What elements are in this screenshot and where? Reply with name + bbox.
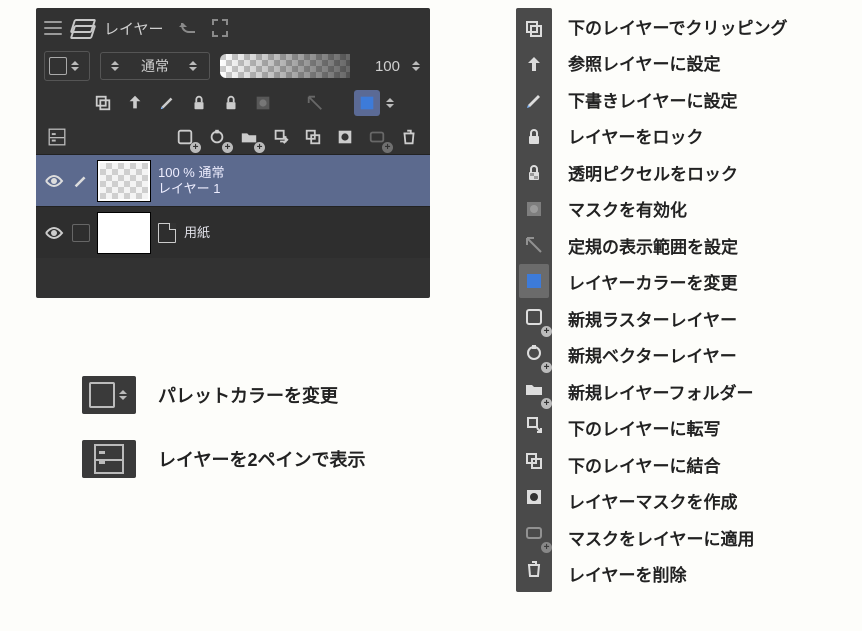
new-vector-icon[interactable] bbox=[519, 336, 549, 370]
layer-row[interactable]: 用紙 bbox=[36, 206, 430, 258]
layer-text: 用紙 bbox=[184, 225, 210, 241]
two-pane-icon bbox=[82, 440, 136, 478]
strip-label: 下書きレイヤーに設定 bbox=[568, 81, 787, 118]
draft-icon[interactable] bbox=[519, 84, 549, 118]
merge-down-icon[interactable] bbox=[519, 444, 549, 478]
create-mask-icon[interactable] bbox=[519, 480, 549, 514]
edit-icon[interactable] bbox=[72, 172, 90, 190]
layers-icon bbox=[70, 17, 92, 39]
reference-icon[interactable] bbox=[122, 90, 148, 116]
spin-icon[interactable] bbox=[412, 57, 422, 75]
document-icon[interactable] bbox=[208, 16, 232, 40]
strip-label: 参照レイヤーに設定 bbox=[568, 45, 787, 82]
palette-tab[interactable]: レイヤー bbox=[100, 16, 168, 41]
legend-label: レイヤーを2ペインで表示 bbox=[158, 446, 365, 472]
ruler-range-icon[interactable] bbox=[519, 228, 549, 262]
strip-label: 新規ラスターレイヤー bbox=[568, 300, 787, 337]
palette-toolbar-2 bbox=[36, 120, 430, 154]
strip-label: 下のレイヤーでクリッピング bbox=[568, 8, 787, 45]
strip-label: マスクを有効化 bbox=[568, 191, 787, 228]
create-mask-icon[interactable] bbox=[332, 124, 358, 150]
strip-label: レイヤーを削除 bbox=[568, 556, 787, 593]
new-folder-icon[interactable] bbox=[519, 372, 549, 406]
lock-icon[interactable] bbox=[519, 120, 549, 154]
spin-icon bbox=[111, 57, 121, 75]
draft-icon[interactable] bbox=[154, 90, 180, 116]
mask-enable-icon[interactable] bbox=[250, 90, 276, 116]
palette-blend-row: 通常 100 bbox=[36, 46, 430, 86]
legend-row: パレットカラーを変更 bbox=[82, 376, 365, 414]
strip-label: 定規の表示範囲を設定 bbox=[568, 227, 787, 264]
palette-header: レイヤー bbox=[36, 8, 430, 46]
new-vector-icon[interactable] bbox=[204, 124, 230, 150]
strip-label: 透明ピクセルをロック bbox=[568, 154, 787, 191]
strip-label: 下のレイヤーに転写 bbox=[568, 410, 787, 447]
reference-icon[interactable] bbox=[519, 48, 549, 82]
merge-down-icon[interactable] bbox=[300, 124, 326, 150]
lock-icon[interactable] bbox=[186, 90, 212, 116]
icon-strip bbox=[516, 8, 552, 592]
legend-row: レイヤーを2ペインで表示 bbox=[82, 440, 365, 478]
spin-icon bbox=[189, 57, 199, 75]
legend: パレットカラーを変更 レイヤーを2ペインで表示 bbox=[82, 376, 365, 478]
strip-label: 新規レイヤーフォルダー bbox=[568, 373, 787, 410]
apply-mask-icon[interactable] bbox=[364, 124, 390, 150]
layer-opacity-line: 100 % 通常 bbox=[158, 165, 224, 181]
layer-name: レイヤー 1 bbox=[158, 181, 224, 197]
opacity-slider[interactable] bbox=[220, 54, 350, 78]
clip-icon[interactable] bbox=[90, 90, 116, 116]
visibility-icon[interactable] bbox=[44, 223, 64, 243]
new-raster-icon[interactable] bbox=[519, 300, 549, 334]
strip-label: 新規ベクターレイヤー bbox=[568, 337, 787, 374]
layer-thumbnail bbox=[98, 161, 150, 201]
layer-row[interactable]: 100 % 通常 レイヤー 1 bbox=[36, 154, 430, 206]
layer-thumbnail bbox=[98, 213, 150, 253]
palette-color-icon bbox=[82, 376, 136, 414]
icon-strip-area: 下のレイヤーでクリッピング 参照レイヤーに設定 下書きレイヤーに設定 レイヤーを… bbox=[516, 8, 787, 592]
strip-label: レイヤーマスクを作成 bbox=[568, 483, 787, 520]
layer-color-icon[interactable] bbox=[519, 264, 549, 298]
layer-palette: レイヤー 通常 100 bbox=[36, 8, 430, 298]
lock-alpha-icon[interactable] bbox=[519, 156, 549, 190]
paper-icon bbox=[158, 223, 176, 243]
layer-color-icon[interactable] bbox=[354, 90, 380, 116]
strip-label: レイヤーをロック bbox=[568, 118, 787, 155]
opacity-value[interactable]: 100 bbox=[360, 58, 402, 75]
ruler-range-icon[interactable] bbox=[302, 90, 328, 116]
mask-enable-icon[interactable] bbox=[519, 192, 549, 226]
undo-icon[interactable] bbox=[176, 16, 200, 40]
empty-slot bbox=[72, 224, 90, 242]
strip-label: マスクをレイヤーに適用 bbox=[568, 519, 787, 556]
spin-icon[interactable] bbox=[386, 94, 396, 112]
icon-strip-labels: 下のレイヤーでクリッピング 参照レイヤーに設定 下書きレイヤーに設定 レイヤーを… bbox=[568, 8, 787, 592]
new-folder-icon[interactable] bbox=[236, 124, 262, 150]
transfer-down-icon[interactable] bbox=[268, 124, 294, 150]
layer-list: 100 % 通常 レイヤー 1 用紙 bbox=[36, 154, 430, 258]
lock-alpha-icon[interactable] bbox=[218, 90, 244, 116]
strip-label: レイヤーカラーを変更 bbox=[568, 264, 787, 301]
apply-mask-icon[interactable] bbox=[519, 516, 549, 550]
clip-icon[interactable] bbox=[519, 12, 549, 46]
visibility-icon[interactable] bbox=[44, 171, 64, 191]
palette-swatch-icon bbox=[49, 57, 67, 75]
layer-text: 100 % 通常 レイヤー 1 bbox=[158, 165, 224, 196]
delete-layer-icon[interactable] bbox=[519, 552, 549, 586]
layer-name: 用紙 bbox=[184, 225, 210, 241]
strip-label: 下のレイヤーに結合 bbox=[568, 446, 787, 483]
spin-icon bbox=[71, 57, 81, 75]
legend-label: パレットカラーを変更 bbox=[158, 382, 338, 408]
menu-icon[interactable] bbox=[44, 21, 62, 35]
palette-color-button[interactable] bbox=[44, 51, 90, 81]
new-raster-icon[interactable] bbox=[172, 124, 198, 150]
blend-mode-select[interactable]: 通常 bbox=[100, 52, 210, 80]
transfer-down-icon[interactable] bbox=[519, 408, 549, 442]
two-pane-icon[interactable] bbox=[44, 124, 70, 150]
delete-layer-icon[interactable] bbox=[396, 124, 422, 150]
blend-mode-label: 通常 bbox=[141, 56, 169, 76]
palette-toolbar-1 bbox=[36, 86, 430, 120]
